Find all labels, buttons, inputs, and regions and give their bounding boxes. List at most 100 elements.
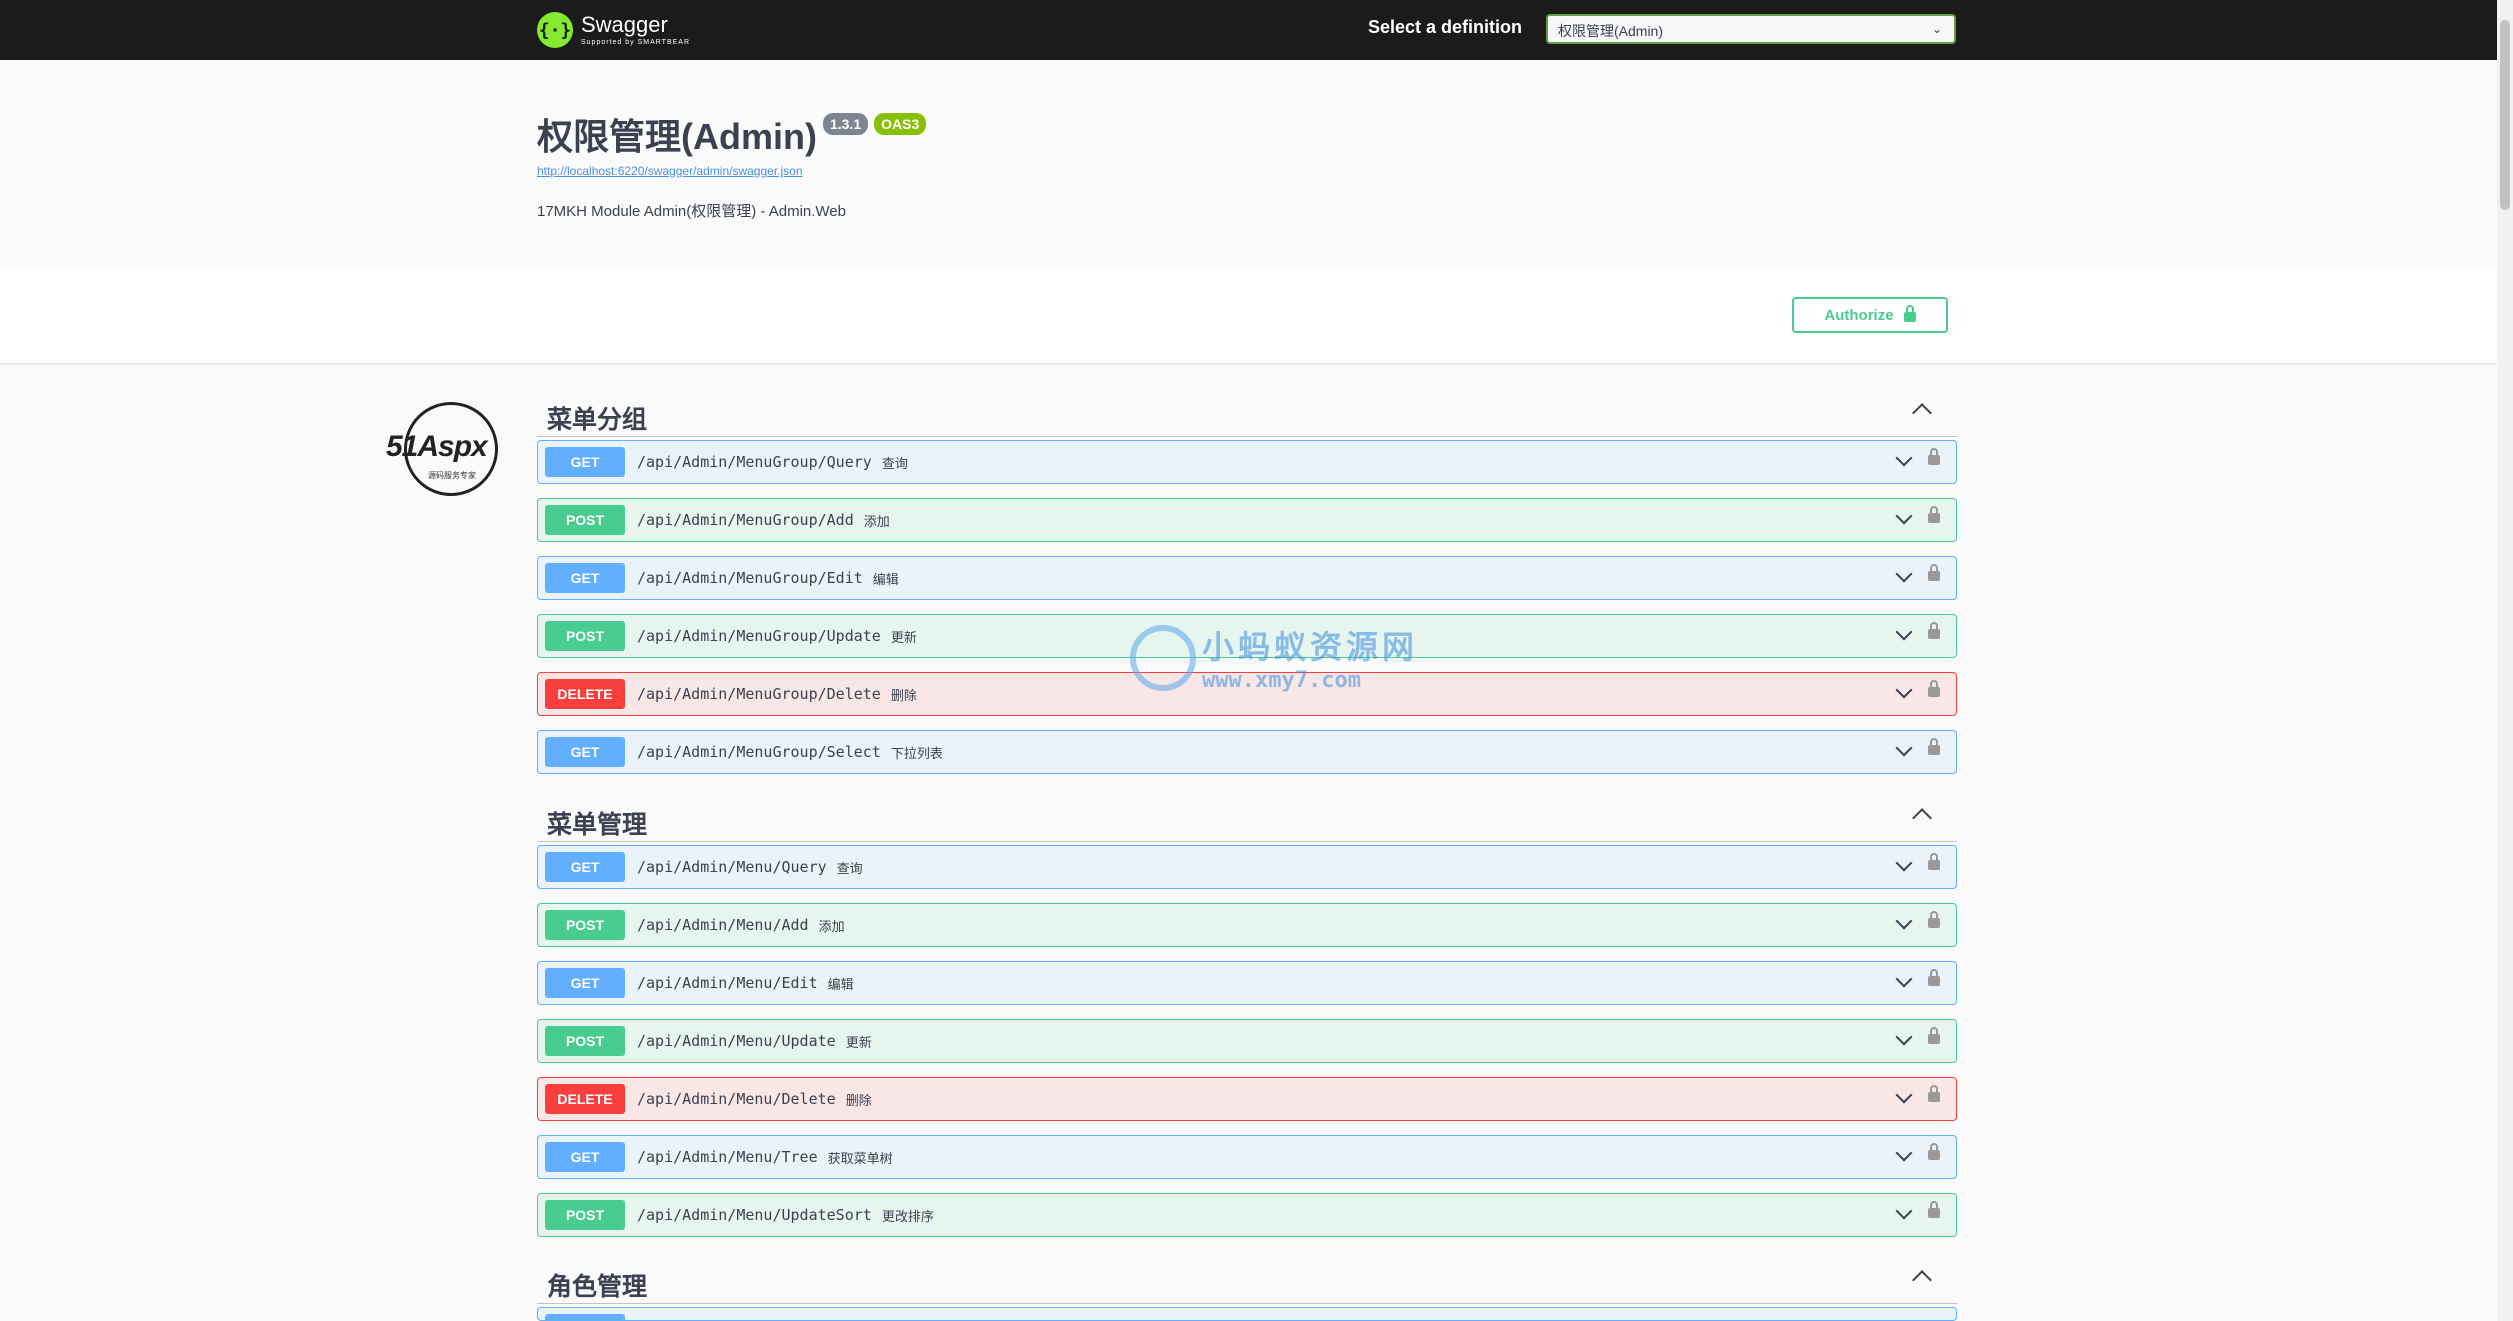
lock-icon[interactable]: [1928, 1201, 1940, 1218]
lock-icon[interactable]: [1928, 564, 1940, 581]
side-logo-text: 51Aspx: [386, 430, 488, 463]
operation-summary: 获取菜单树: [827, 1150, 893, 1166]
method-badge: GET: [545, 737, 625, 767]
method-badge: GET: [545, 447, 625, 477]
oas-badge: OAS3: [874, 113, 927, 135]
operation-path: /api/Admin/MenuGroup/Add: [637, 511, 854, 529]
chevron-down-icon[interactable]: [1895, 854, 1913, 872]
chevron-down-icon[interactable]: [1895, 912, 1913, 930]
method-badge: GET: [545, 1142, 625, 1172]
watermark-cn: 小蚂蚁资源网: [1202, 629, 1419, 665]
operation-row[interactable]: GET/api/Admin/Menu/Edit 编辑: [537, 961, 1957, 1005]
lock-icon[interactable]: [1928, 1027, 1940, 1044]
scrollbar-thumb[interactable]: [2500, 20, 2510, 210]
operation-path: /api/Admin/MenuGroup/Delete: [637, 685, 881, 703]
chevron-down-icon[interactable]: [1895, 739, 1913, 757]
lock-icon[interactable]: [1928, 738, 1940, 755]
operation-summary: 删除: [890, 687, 917, 703]
definition-select-value: 权限管理(Admin): [1558, 23, 1664, 39]
tag-section-header[interactable]: 菜单分组: [537, 392, 1957, 437]
version-badge: 1.3.1: [822, 113, 869, 135]
operation-path: /api/Admin/Menu/Add: [637, 916, 809, 934]
operation-summary: 查询: [881, 455, 908, 471]
operation-row[interactable]: POST/api/Admin/Menu/UpdateSort 更改排序: [537, 1193, 1957, 1237]
chevron-down-icon[interactable]: [1895, 449, 1913, 467]
method-badge: POST: [545, 621, 625, 651]
tag-name: 菜单管理: [547, 811, 648, 839]
authorize-label: Authorize: [1824, 306, 1894, 324]
operation-row[interactable]: GET/api/Admin/MenuGroup/Select 下拉列表: [537, 730, 1957, 774]
chevron-up-icon[interactable]: [1912, 403, 1932, 423]
method-badge: [545, 1314, 625, 1320]
operation-row[interactable]: GET/api/Admin/MenuGroup/Edit 编辑: [537, 556, 1957, 600]
operation-summary: 删除: [845, 1092, 872, 1108]
api-description: 17MKH Module Admin(权限管理) - Admin.Web: [537, 203, 846, 220]
chevron-up-icon[interactable]: [1912, 808, 1932, 828]
chevron-down-icon[interactable]: [1895, 1028, 1913, 1046]
operation-path: /api/Admin/MenuGroup/Query: [637, 453, 872, 471]
lock-icon[interactable]: [1928, 1085, 1940, 1102]
swagger-logo[interactable]: {·} Swagger Supported by SMARTBEAR: [537, 10, 690, 50]
operation-row[interactable]: GET/api/Admin/MenuGroup/Query 查询: [537, 440, 1957, 484]
chevron-down-icon[interactable]: [1895, 1202, 1913, 1220]
operation-summary: 编辑: [827, 976, 854, 992]
definition-label: Select a definition: [1367, 17, 1522, 37]
lock-icon[interactable]: [1928, 1143, 1940, 1160]
lock-icon[interactable]: [1928, 853, 1940, 870]
method-badge: POST: [545, 1200, 625, 1230]
chevron-down-icon[interactable]: [1895, 970, 1913, 988]
operation-row[interactable]: GET/api/Admin/Menu/Tree 获取菜单树: [537, 1135, 1957, 1179]
chevron-up-icon[interactable]: [1912, 1270, 1932, 1290]
tag-section-header[interactable]: 角色管理: [537, 1259, 1957, 1304]
logo-sub: Supported by SMARTBEAR: [581, 39, 691, 46]
topbar: {·} Swagger Supported by SMARTBEAR Selec…: [0, 0, 2497, 60]
watermark: 小蚂蚁资源网 www.xmy7.com: [1130, 622, 1418, 693]
chevron-down-icon[interactable]: [1895, 1144, 1913, 1162]
definition-select[interactable]: 权限管理(Admin) ⌄: [1546, 14, 1956, 44]
method-badge: DELETE: [545, 1084, 625, 1114]
chevron-down-icon[interactable]: [1895, 623, 1913, 641]
lock-icon[interactable]: [1928, 448, 1940, 465]
logo-name: Swagger: [581, 12, 668, 37]
lock-icon[interactable]: [1928, 506, 1940, 523]
operation-row[interactable]: POST/api/Admin/MenuGroup/Add 添加: [537, 498, 1957, 542]
chevron-down-icon[interactable]: [1895, 565, 1913, 583]
operation-row[interactable]: GET/api/Admin/Menu/Query 查询: [537, 845, 1957, 889]
operation-path: /api/Admin/MenuGroup/Edit: [637, 569, 863, 587]
operation-path: /api/Admin/Menu/Delete: [637, 1090, 836, 1108]
chevron-down-icon[interactable]: [1895, 507, 1913, 525]
watermark-en: www.xmy7.com: [1202, 668, 1361, 693]
swagger-logo-icon: {·}: [537, 12, 573, 48]
tag-name: 角色管理: [547, 1273, 648, 1301]
lock-icon[interactable]: [1928, 622, 1940, 639]
operation-summary: 添加: [863, 513, 890, 529]
lock-icon[interactable]: [1928, 680, 1940, 697]
lock-icon[interactable]: [1928, 969, 1940, 986]
chevron-down-icon: ⌄: [1931, 22, 1942, 36]
operation-path: /api/Admin/Menu/Tree: [637, 1148, 818, 1166]
scrollbar[interactable]: [2497, 0, 2513, 1321]
operation-path: /api/Admin/Menu/Edit: [637, 974, 818, 992]
lock-icon[interactable]: [1928, 911, 1940, 928]
operation-summary: 下拉列表: [890, 745, 943, 761]
side-logo: 51Aspx 源码服务专家: [384, 400, 514, 496]
operation-row[interactable]: DELETE/api/Admin/Menu/Delete 删除: [537, 1077, 1957, 1121]
spec-url-link[interactable]: http://localhost:6220/swagger/admin/swag…: [537, 164, 926, 178]
method-badge: POST: [545, 505, 625, 535]
operation-row[interactable]: POST/api/Admin/Menu/Add 添加: [537, 903, 1957, 947]
operation-path: /api/Admin/MenuGroup/Update: [637, 627, 881, 645]
operation-path: /api/Admin/MenuGroup/Select: [637, 743, 881, 761]
watermark-logo-icon: [1130, 624, 1196, 691]
operation-row[interactable]: POST/api/Admin/Menu/Update 更新: [537, 1019, 1957, 1063]
operation-row[interactable]: [537, 1307, 1957, 1321]
operation-summary: 更新: [845, 1034, 872, 1050]
operation-summary: 查询: [836, 860, 863, 876]
method-badge: GET: [545, 852, 625, 882]
authorize-button[interactable]: Authorize: [1792, 297, 1948, 333]
chevron-down-icon[interactable]: [1895, 681, 1913, 699]
chevron-down-icon[interactable]: [1895, 1086, 1913, 1104]
operation-summary: 编辑: [872, 571, 899, 587]
operation-path: /api/Admin/Menu/Update: [637, 1032, 836, 1050]
method-badge: DELETE: [545, 679, 625, 709]
tag-section-header[interactable]: 菜单管理: [537, 797, 1957, 842]
